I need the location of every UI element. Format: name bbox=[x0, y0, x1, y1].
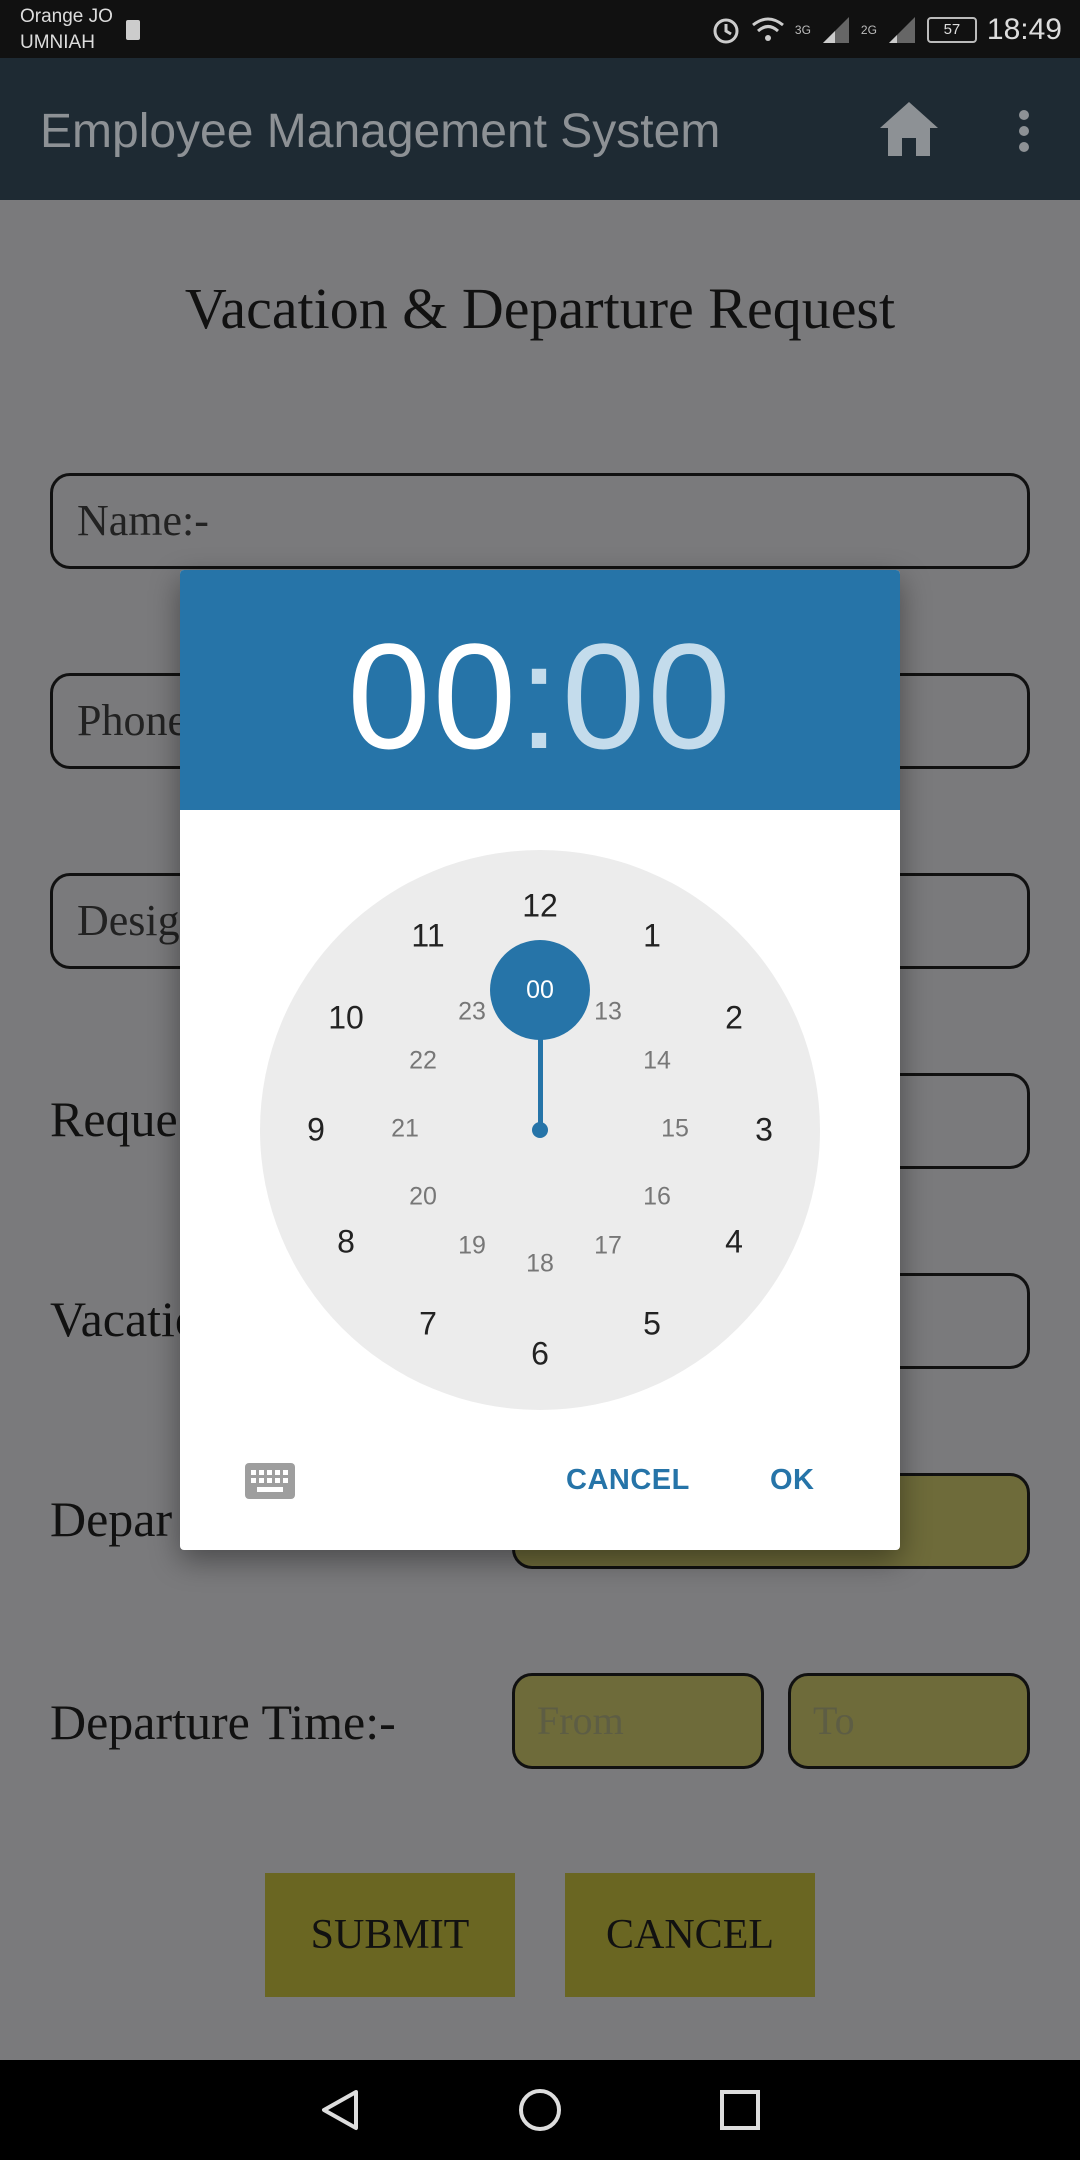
app-bar: Employee Management System bbox=[0, 58, 1080, 200]
network-type-1: 3G bbox=[794, 23, 811, 37]
keyboard-icon[interactable] bbox=[244, 1462, 296, 1500]
hour-10[interactable]: 10 bbox=[328, 1000, 364, 1037]
hour-3[interactable]: 3 bbox=[755, 1112, 773, 1149]
hour-6[interactable]: 6 bbox=[531, 1336, 549, 1373]
home-nav-icon[interactable] bbox=[518, 2088, 562, 2132]
hour-2[interactable]: 2 bbox=[725, 1000, 743, 1037]
signal-icon-2 bbox=[888, 17, 915, 43]
departure-label: Depar bbox=[50, 1491, 173, 1547]
minute-display[interactable]: 00 bbox=[562, 612, 733, 780]
hour-4[interactable]: 4 bbox=[725, 1224, 743, 1261]
hour-11[interactable]: 11 bbox=[411, 918, 444, 955]
navigation-bar bbox=[0, 2060, 1080, 2160]
form-cancel-button[interactable]: CANCEL bbox=[565, 1873, 815, 1997]
recents-icon[interactable] bbox=[718, 2088, 762, 2132]
clock-center bbox=[532, 1122, 548, 1138]
hour-display[interactable]: 00 bbox=[347, 612, 518, 780]
hour-17[interactable]: 17 bbox=[594, 1232, 622, 1261]
departure-to-input[interactable]: To bbox=[788, 1673, 1030, 1769]
time-separator: : bbox=[518, 612, 562, 780]
home-icon[interactable] bbox=[876, 98, 942, 158]
dialog-cancel-button[interactable]: CANCEL bbox=[566, 1464, 690, 1497]
signal-icon-1 bbox=[822, 17, 849, 43]
hour-18[interactable]: 18 bbox=[526, 1250, 554, 1279]
dialog-ok-button[interactable]: OK bbox=[770, 1464, 815, 1497]
hour-8[interactable]: 8 bbox=[337, 1224, 355, 1261]
back-icon[interactable] bbox=[318, 2088, 362, 2132]
hour-20[interactable]: 20 bbox=[409, 1183, 437, 1212]
departure-from-input[interactable]: From bbox=[512, 1673, 764, 1769]
battery-icon: 57 bbox=[926, 17, 977, 43]
hour-12[interactable]: 12 bbox=[522, 888, 558, 925]
network-type-2: 2G bbox=[860, 23, 877, 37]
name-field[interactable]: Name:- bbox=[50, 473, 1030, 569]
hour-13[interactable]: 13 bbox=[594, 998, 622, 1027]
selected-hour[interactable]: 00 bbox=[490, 940, 590, 1040]
operator-1: Orange JO bbox=[20, 6, 113, 27]
hour-19[interactable]: 19 bbox=[458, 1232, 486, 1261]
time-display: 00:00 bbox=[180, 610, 900, 783]
hour-7[interactable]: 7 bbox=[419, 1306, 437, 1343]
wifi-icon bbox=[751, 17, 784, 41]
hour-23[interactable]: 23 bbox=[458, 998, 486, 1027]
vacation-label: Vacatio bbox=[50, 1291, 200, 1347]
more-options-icon[interactable] bbox=[1010, 108, 1038, 154]
hour-22[interactable]: 22 bbox=[409, 1047, 437, 1076]
hour-1[interactable]: 1 bbox=[643, 918, 661, 955]
submit-button[interactable]: SUBMIT bbox=[265, 1873, 515, 1997]
sim-icon bbox=[126, 20, 140, 40]
hour-16[interactable]: 16 bbox=[643, 1183, 671, 1212]
alarm-icon bbox=[713, 18, 739, 44]
page-heading: Vacation & Departure Request bbox=[184, 276, 896, 341]
status-bar: Orange JO UMNIAH 3G 2G 57 18:49 bbox=[0, 0, 1080, 58]
hour-5[interactable]: 5 bbox=[643, 1306, 661, 1343]
app-title: Employee Management System bbox=[40, 105, 721, 158]
time-header: 00:00 bbox=[180, 570, 900, 810]
hour-15[interactable]: 15 bbox=[661, 1115, 689, 1144]
clock-time: 18:49 bbox=[986, 13, 1062, 46]
hour-14[interactable]: 14 bbox=[643, 1047, 671, 1076]
clock-face[interactable]: 00 12 1 2 3 4 5 6 7 8 9 10 11 13 14 15 1… bbox=[260, 850, 820, 1410]
hour-9[interactable]: 9 bbox=[307, 1112, 325, 1149]
departure-time-label: Departure Time:- bbox=[50, 1694, 396, 1750]
time-picker-dialog: 00:00 00 12 1 2 3 4 5 6 7 8 9 10 11 13 1… bbox=[180, 570, 900, 1550]
hour-21[interactable]: 21 bbox=[391, 1115, 419, 1144]
request-label: Reque bbox=[50, 1091, 178, 1147]
operator-2: UMNIAH bbox=[20, 32, 95, 53]
